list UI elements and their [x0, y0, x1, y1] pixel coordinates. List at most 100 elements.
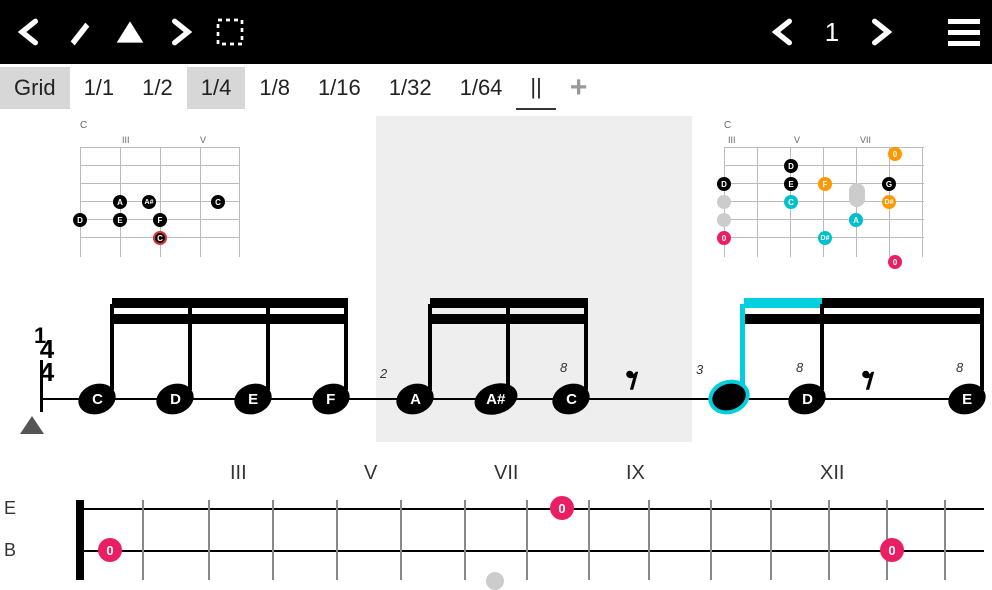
finger-label: 8	[796, 360, 803, 375]
rest-icon[interactable]: 𝄾	[626, 354, 639, 410]
fb-fret	[710, 500, 712, 580]
note[interactable]: C	[552, 384, 590, 414]
fret-label: III	[728, 135, 736, 145]
fret-pos: VII	[494, 462, 518, 485]
grid-add-button[interactable]: +	[556, 63, 602, 113]
menu-icon[interactable]	[944, 12, 984, 52]
chord-diagram-right[interactable]: C III V VII 0 D	[724, 120, 924, 257]
fb-nut	[76, 500, 84, 580]
grid-label[interactable]: Grid	[0, 67, 70, 109]
nav-back-icon[interactable]	[8, 10, 52, 54]
grid-option-6[interactable]: 1/64	[446, 67, 517, 109]
note-label: A#	[486, 391, 505, 408]
chord-diagram-left[interactable]: C III V D A E A# F C C	[80, 120, 240, 257]
chord-grid: 0 D D E C F A D# G D# 0 0	[724, 147, 924, 257]
grid-option-2[interactable]: 1/4	[187, 67, 246, 109]
note-label: D	[802, 391, 813, 408]
chord-dot-grey	[717, 195, 731, 209]
chord-dot: A	[849, 213, 863, 227]
chord-dot: D#	[818, 231, 832, 245]
fret-pos: IX	[626, 462, 645, 485]
chord-dot: C	[153, 231, 167, 245]
fb-marker	[486, 572, 504, 590]
beam	[744, 314, 984, 324]
nav-forward-icon[interactable]	[158, 10, 202, 54]
note[interactable]: A	[396, 384, 434, 414]
chord-dot: D	[717, 177, 731, 191]
fretboard[interactable]: E B 0 0 0	[0, 500, 992, 580]
note[interactable]: F	[312, 384, 350, 414]
note[interactable]: E	[948, 384, 986, 414]
chord-dot: F	[153, 213, 167, 227]
fb-dot[interactable]: 0	[880, 538, 904, 562]
timesig-one: 1	[34, 326, 46, 346]
fb-fret	[526, 500, 528, 580]
tool-play-icon[interactable]	[108, 10, 152, 54]
grid-option-4[interactable]: 1/16	[304, 67, 375, 109]
fret-pos: V	[364, 462, 377, 485]
finger-label: 8	[560, 360, 567, 375]
fb-string-line	[76, 550, 984, 552]
beam	[112, 314, 348, 324]
playback-cursor-icon[interactable]	[20, 416, 44, 434]
timesig-unit: 4	[32, 361, 62, 384]
finger-label: 3	[696, 362, 703, 377]
fb-fret	[142, 500, 144, 580]
chord-dot: C	[211, 195, 225, 209]
grid-option-0[interactable]: 1/1	[70, 67, 129, 109]
chord-dot: E	[784, 177, 798, 191]
staff[interactable]: 1 4 4 C D E F 2	[0, 302, 992, 432]
chord-dot: 0	[888, 147, 902, 161]
tool-pencil-icon[interactable]	[58, 10, 102, 54]
chord-dot: F	[818, 177, 832, 191]
chord-dot: G	[882, 177, 896, 191]
fb-dot[interactable]: 0	[550, 496, 574, 520]
fb-fret	[828, 500, 830, 580]
fb-string-line	[76, 508, 984, 510]
chord-dot: A#	[142, 195, 156, 209]
page-prev-icon[interactable]	[762, 10, 806, 54]
fret-pos: XII	[820, 462, 844, 485]
page-next-icon[interactable]	[858, 10, 902, 54]
fb-fret	[272, 500, 274, 580]
fb-fret	[648, 500, 650, 580]
string-label: B	[4, 540, 16, 561]
chord-dot: D	[784, 159, 798, 173]
note-label: E	[962, 391, 972, 408]
fb-fret	[208, 500, 210, 580]
beam	[744, 298, 824, 308]
fb-dot[interactable]: 0	[98, 538, 122, 562]
chord-root: C	[80, 120, 240, 131]
fb-fret	[336, 500, 338, 580]
chord-root: C	[724, 120, 924, 131]
note-current[interactable]	[708, 380, 750, 414]
note[interactable]: D	[156, 384, 194, 414]
fret-label: V	[794, 135, 800, 145]
grid-option-5[interactable]: 1/32	[375, 67, 446, 109]
rest-icon[interactable]: 𝄾	[862, 354, 875, 410]
note[interactable]: D	[788, 384, 826, 414]
fb-fret	[944, 500, 946, 580]
fb-fret	[770, 500, 772, 580]
note[interactable]: C	[78, 384, 116, 414]
top-toolbar: 1	[0, 0, 992, 64]
fb-fret	[464, 500, 466, 580]
grid-barline[interactable]: ||	[516, 66, 555, 110]
chord-grid: D A E A# F C C	[80, 147, 240, 257]
time-signature[interactable]: 1 4 4	[32, 338, 62, 385]
finger-label: 2	[380, 366, 387, 381]
chord-dot: C	[784, 195, 798, 209]
note[interactable]: E	[234, 384, 272, 414]
fb-fret	[400, 500, 402, 580]
note[interactable]: A#	[474, 384, 518, 414]
chord-dot-grey	[849, 183, 865, 207]
fret-label: V	[200, 135, 206, 145]
note-label: F	[326, 391, 335, 408]
grid-option-3[interactable]: 1/8	[245, 67, 304, 109]
tool-select-icon[interactable]	[208, 10, 252, 54]
chord-dot: D	[73, 213, 87, 227]
chord-dot-grey	[717, 213, 731, 227]
grid-option-1[interactable]: 1/2	[128, 67, 187, 109]
grid-toolbar: Grid 1/1 1/2 1/4 1/8 1/16 1/32 1/64 || +	[0, 64, 992, 112]
note-label: C	[566, 391, 577, 408]
